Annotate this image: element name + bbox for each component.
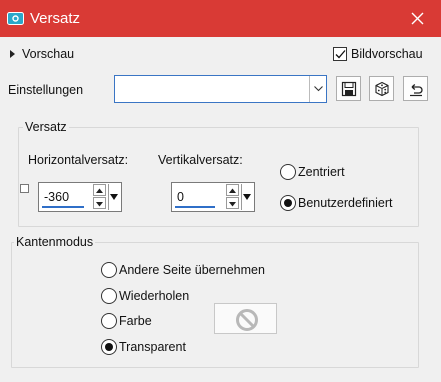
radio-color[interactable] — [101, 313, 117, 329]
horizontal-offset-spinner[interactable]: -360 — [38, 182, 122, 212]
triangle-down-icon — [110, 194, 118, 200]
offset-group — [18, 127, 419, 227]
radio-centered-label: Zentriert — [298, 165, 345, 179]
vertical-offset-dropdown[interactable] — [241, 184, 251, 210]
vertical-offset-label: Vertikalversatz: — [158, 153, 243, 167]
horizontal-offset-label: Horizontalversatz: — [28, 153, 129, 167]
arrow-up-icon — [229, 188, 236, 193]
vertical-offset-spinner[interactable]: 0 — [171, 182, 255, 212]
randomize-dice-icon — [375, 81, 389, 97]
radio-transparent-label: Transparent — [119, 340, 186, 354]
edge-color-swatch[interactable] — [214, 303, 277, 334]
combobox-dropdown-button[interactable] — [309, 76, 326, 102]
radio-custom[interactable] — [280, 195, 296, 211]
vertical-offset-stepper[interactable] — [226, 184, 239, 210]
close-icon — [411, 12, 424, 25]
camera-icon — [7, 10, 24, 26]
arrow-down-icon — [229, 202, 236, 207]
radio-centered[interactable] — [280, 164, 296, 180]
reset-button[interactable] — [403, 76, 428, 101]
vertical-offset-value[interactable]: 0 — [177, 190, 184, 204]
radio-wrap[interactable] — [101, 262, 117, 278]
randomize-button[interactable] — [369, 76, 394, 101]
decrement-button[interactable] — [93, 197, 106, 209]
radio-custom-label: Benutzerdefiniert — [298, 196, 393, 210]
arrow-up-icon — [96, 188, 103, 193]
offset-group-title: Versatz — [23, 120, 69, 134]
offset-link-checkbox[interactable] — [20, 184, 29, 193]
horizontal-offset-underline — [42, 206, 84, 208]
radio-selected-dot — [105, 343, 113, 351]
close-button[interactable] — [395, 0, 441, 37]
radio-transparent[interactable] — [101, 339, 117, 355]
radio-color-label: Farbe — [119, 314, 152, 328]
radio-selected-dot — [284, 199, 292, 207]
increment-button[interactable] — [93, 184, 106, 196]
radio-repeat[interactable] — [101, 288, 117, 304]
expand-triangle-icon — [10, 50, 15, 58]
chevron-down-icon — [314, 86, 323, 92]
arrow-down-icon — [96, 202, 103, 207]
decrement-button[interactable] — [226, 197, 239, 209]
horizontal-offset-stepper[interactable] — [93, 184, 106, 210]
radio-repeat-label: Wiederholen — [119, 289, 190, 303]
triangle-down-icon — [243, 194, 251, 200]
radio-wrap-label: Andere Seite übernehmen — [119, 263, 265, 277]
save-preset-button[interactable] — [336, 76, 361, 101]
settings-label: Einstellungen — [8, 83, 84, 97]
title-bar: Versatz — [0, 0, 441, 37]
preview-toggle[interactable]: Vorschau — [10, 47, 74, 61]
save-icon — [341, 81, 357, 97]
reset-icon — [410, 84, 423, 97]
increment-button[interactable] — [226, 184, 239, 196]
live-preview-checkbox[interactable] — [333, 47, 347, 61]
horizontal-offset-dropdown[interactable] — [108, 184, 118, 210]
horizontal-offset-value[interactable]: -360 — [44, 190, 69, 204]
preview-label: Vorschau — [22, 47, 75, 61]
settings-combobox[interactable] — [114, 75, 327, 103]
vertical-offset-underline — [175, 206, 215, 208]
live-preview-label: Bildvorschau — [351, 47, 423, 61]
checkmark-icon — [335, 50, 346, 59]
disabled-icon — [236, 309, 258, 331]
edge-mode-group-title: Kantenmodus — [14, 235, 96, 249]
window-title: Versatz — [30, 10, 81, 27]
